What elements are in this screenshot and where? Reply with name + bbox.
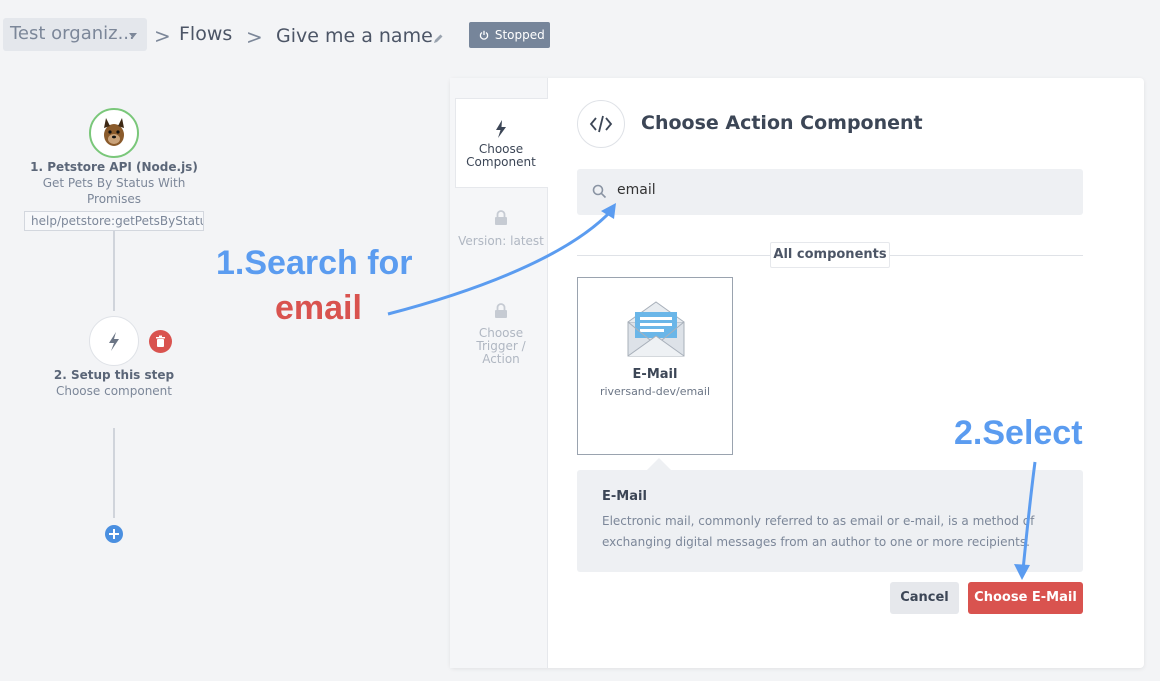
annotation-arrows xyxy=(387,203,1037,580)
select-arrow-head xyxy=(1014,564,1030,580)
search-arrow xyxy=(387,208,614,316)
select-arrow xyxy=(1021,461,1037,571)
